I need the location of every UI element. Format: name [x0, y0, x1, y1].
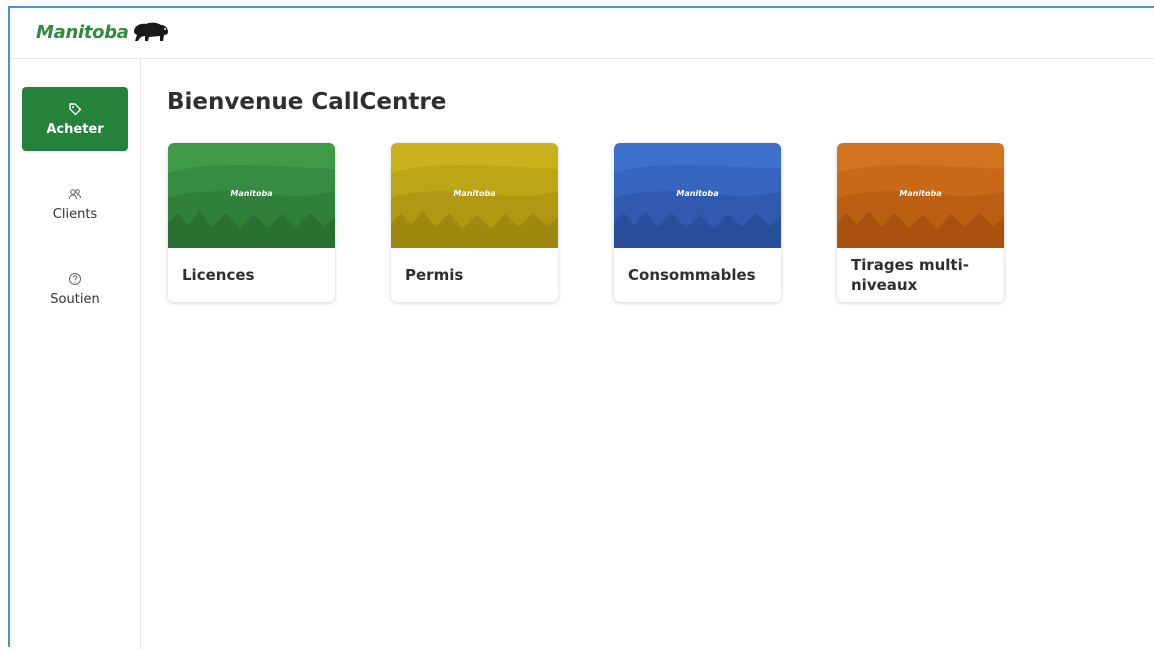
card-label: Tirages multi-niveaux	[851, 256, 969, 294]
card-consommables[interactable]: Manitoba Consommables	[614, 143, 781, 302]
sidebar-item-label: Soutien	[50, 291, 100, 307]
app-window: Manitoba Acheter Clients Soutien Bienven…	[8, 6, 1154, 649]
card-tirages-multi-niveaux[interactable]: Manitoba Tirages multi-niveaux	[837, 143, 1004, 302]
card-licences[interactable]: Manitoba Licences	[168, 143, 335, 302]
users-icon	[69, 188, 81, 199]
sidebar-item-acheter[interactable]: Acheter	[22, 87, 128, 151]
logo-text: Manitoba	[36, 21, 129, 43]
card-logo: Manitoba	[676, 189, 719, 198]
card-image: Manitoba	[168, 143, 335, 248]
card-image: Manitoba	[614, 143, 781, 248]
sidebar-item-clients[interactable]: Clients	[22, 172, 128, 236]
page-title: Bienvenue CallCentre	[167, 89, 447, 115]
card-permis[interactable]: Manitoba Permis	[391, 143, 558, 302]
tag-icon	[69, 102, 82, 115]
sidebar-item-label: Acheter	[46, 121, 104, 137]
card-label: Licences	[182, 266, 255, 284]
sidebar-item-soutien[interactable]: Soutien	[22, 257, 128, 321]
sidebar-item-label: Clients	[52, 206, 98, 222]
card-image: Manitoba	[837, 143, 1004, 248]
sidebar: Acheter Clients Soutien	[10, 59, 141, 649]
card-logo: Manitoba	[453, 189, 496, 198]
manitoba-logo[interactable]: Manitoba	[36, 20, 171, 44]
card-logo: Manitoba	[899, 189, 942, 198]
help-circle-icon	[69, 272, 81, 285]
card-label: Consommables	[628, 266, 756, 284]
top-bar: Manitoba	[10, 8, 1154, 59]
main-content: Bienvenue CallCentre Manitoba Licences M…	[141, 59, 1154, 647]
card-label: Permis	[405, 266, 464, 284]
card-image: Manitoba	[391, 143, 558, 248]
bison-icon	[133, 22, 168, 41]
card-logo: Manitoba	[230, 189, 273, 198]
